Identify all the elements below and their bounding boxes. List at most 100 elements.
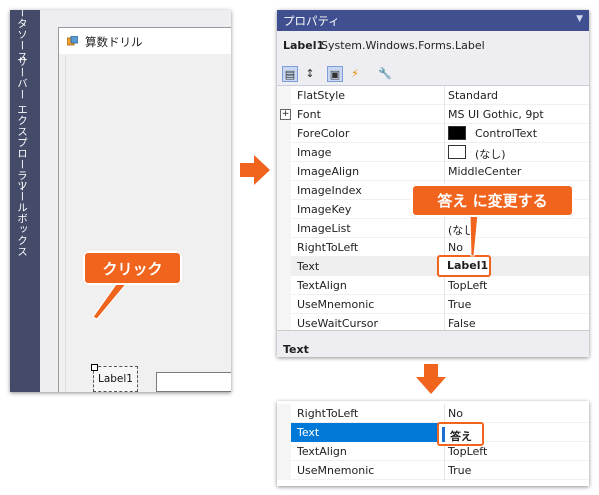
form-window[interactable]: 算数ドリル Label1 — [58, 27, 231, 392]
property-value[interactable]: (なし) — [475, 146, 506, 162]
row-gutter — [277, 86, 291, 105]
form-title: 算数ドリル — [85, 35, 143, 49]
property-name: TextAlign — [297, 279, 347, 292]
column-divider — [444, 143, 445, 162]
property-value[interactable]: MiddleCenter — [448, 165, 521, 178]
expand-icon[interactable]: + — [280, 109, 291, 120]
property-row-text[interactable]: Text — [277, 257, 589, 276]
property-value[interactable]: True — [448, 298, 471, 311]
property-description: Text — [277, 330, 589, 357]
row-gutter — [277, 461, 291, 480]
property-value[interactable]: MS UI Gothic, 9pt — [448, 108, 544, 121]
property-name: UseMnemonic — [297, 298, 375, 311]
result-row-textalign[interactable]: TextAlign TopLeft — [277, 442, 589, 461]
property-name: ImageAlign — [297, 165, 360, 178]
property-name: RightToLeft — [297, 407, 359, 420]
properties-titlebar: プロパティ ▼ — [277, 10, 589, 31]
property-name: Text — [297, 426, 320, 439]
result-row-text[interactable]: Text — [277, 423, 589, 442]
chevron-down-icon[interactable]: ▼ — [576, 14, 583, 24]
result-panel: RightToLeft No Text TextAlign TopLeft UseMnem… — [277, 401, 589, 486]
property-name: RightToLeft — [297, 241, 359, 254]
column-divider — [444, 105, 445, 124]
properties-toolbar: ▤ ↕ ▣ ⚡ 🔧 — [277, 64, 589, 86]
property-name: UseMnemonic — [297, 464, 375, 477]
property-name: Text — [297, 260, 320, 273]
text-property-value[interactable]: Label1 — [447, 259, 488, 272]
side-tab-toolbox[interactable]: ツールボックス — [15, 180, 30, 257]
side-tab-server-explorer[interactable]: サーバー エクスプローラー — [15, 56, 30, 192]
property-row-forecolor[interactable]: ForeColor ControlText — [277, 124, 589, 143]
property-value[interactable]: True — [448, 464, 471, 477]
property-value[interactable]: No — [448, 241, 463, 254]
row-gutter — [277, 257, 291, 276]
property-row-textalign[interactable]: TextAlign TopLeft — [277, 276, 589, 295]
side-tab-data-source[interactable]: データソース — [15, 10, 30, 62]
property-name: ImageIndex — [297, 184, 362, 197]
property-name: TextAlign — [297, 445, 347, 458]
column-divider — [444, 295, 445, 314]
designer-textbox[interactable] — [156, 372, 231, 392]
property-value[interactable]: TopLeft — [448, 445, 487, 458]
row-gutter — [277, 442, 291, 461]
property-row-flatstyle[interactable]: FlatStyle Standard — [277, 86, 589, 105]
property-name: UseWaitCursor — [297, 317, 378, 330]
object-selector[interactable]: Label1 System.Windows.Forms.Label — [277, 31, 589, 64]
change-callout-pointer — [469, 214, 479, 257]
right-arrow-icon — [240, 155, 270, 185]
result-row-usemnemonic[interactable]: UseMnemonic True — [277, 461, 589, 480]
property-row-font[interactable]: + Font MS UI Gothic, 9pt — [277, 105, 589, 124]
text-caret — [442, 427, 445, 442]
property-name: Font — [297, 108, 321, 121]
property-value[interactable]: ControlText — [475, 127, 537, 140]
row-gutter — [277, 404, 291, 423]
color-swatch — [448, 145, 466, 159]
property-pages-icon[interactable]: 🔧 — [377, 66, 393, 82]
property-row-righttoleft[interactable]: RightToLeft No — [277, 238, 589, 257]
resize-handle[interactable] — [91, 364, 98, 371]
object-type: System.Windows.Forms.Label — [321, 39, 485, 52]
property-name: ImageKey — [297, 203, 352, 216]
form-client-area[interactable]: Label1 — [65, 56, 231, 392]
property-value[interactable]: Standard — [448, 89, 498, 102]
property-name: ImageList — [297, 222, 351, 235]
column-divider — [444, 162, 445, 181]
column-divider — [444, 86, 445, 105]
object-name: Label1 — [283, 39, 325, 52]
categorized-icon[interactable]: ▤ — [282, 66, 298, 82]
column-divider — [444, 461, 445, 480]
events-icon[interactable]: ⚡ — [347, 66, 363, 82]
property-value[interactable]: No — [448, 407, 463, 420]
property-name: ForeColor — [297, 127, 350, 140]
property-row-imagealign[interactable]: ImageAlign MiddleCenter — [277, 162, 589, 181]
property-value[interactable]: False — [448, 317, 476, 330]
color-swatch — [448, 126, 466, 140]
properties-icon[interactable]: ▣ — [327, 66, 343, 82]
property-name: FlatStyle — [297, 89, 346, 102]
row-gutter — [277, 124, 291, 143]
column-divider — [444, 404, 445, 423]
row-gutter — [277, 295, 291, 314]
alphabetical-icon[interactable]: ↕ — [302, 66, 318, 82]
property-row-usemnemonic[interactable]: UseMnemonic True — [277, 295, 589, 314]
property-row-image[interactable]: Image (なし) — [277, 143, 589, 162]
column-divider — [444, 276, 445, 295]
form-icon — [67, 36, 78, 46]
form-titlebar: 算数ドリル — [59, 28, 231, 54]
property-value[interactable]: TopLeft — [448, 279, 487, 292]
row-gutter — [277, 200, 291, 219]
designer-label1[interactable]: Label1 — [93, 366, 138, 392]
click-callout: クリック — [83, 251, 182, 285]
row-gutter — [277, 181, 291, 200]
column-divider — [444, 124, 445, 143]
down-arrow-icon — [416, 364, 446, 394]
row-gutter — [277, 276, 291, 295]
row-gutter — [277, 219, 291, 238]
designer-panel: データソース サーバー エクスプローラー ツールボックス 算数ドリル Label… — [10, 10, 231, 392]
result-text-value[interactable]: 答え — [450, 428, 472, 444]
description-title: Text — [283, 343, 309, 356]
result-row-righttoleft[interactable]: RightToLeft No — [277, 404, 589, 423]
property-row-imagelist[interactable]: ImageList (なし — [277, 219, 589, 238]
properties-title: プロパティ — [283, 14, 340, 28]
side-tool-strip: データソース サーバー エクスプローラー ツールボックス — [10, 10, 40, 392]
